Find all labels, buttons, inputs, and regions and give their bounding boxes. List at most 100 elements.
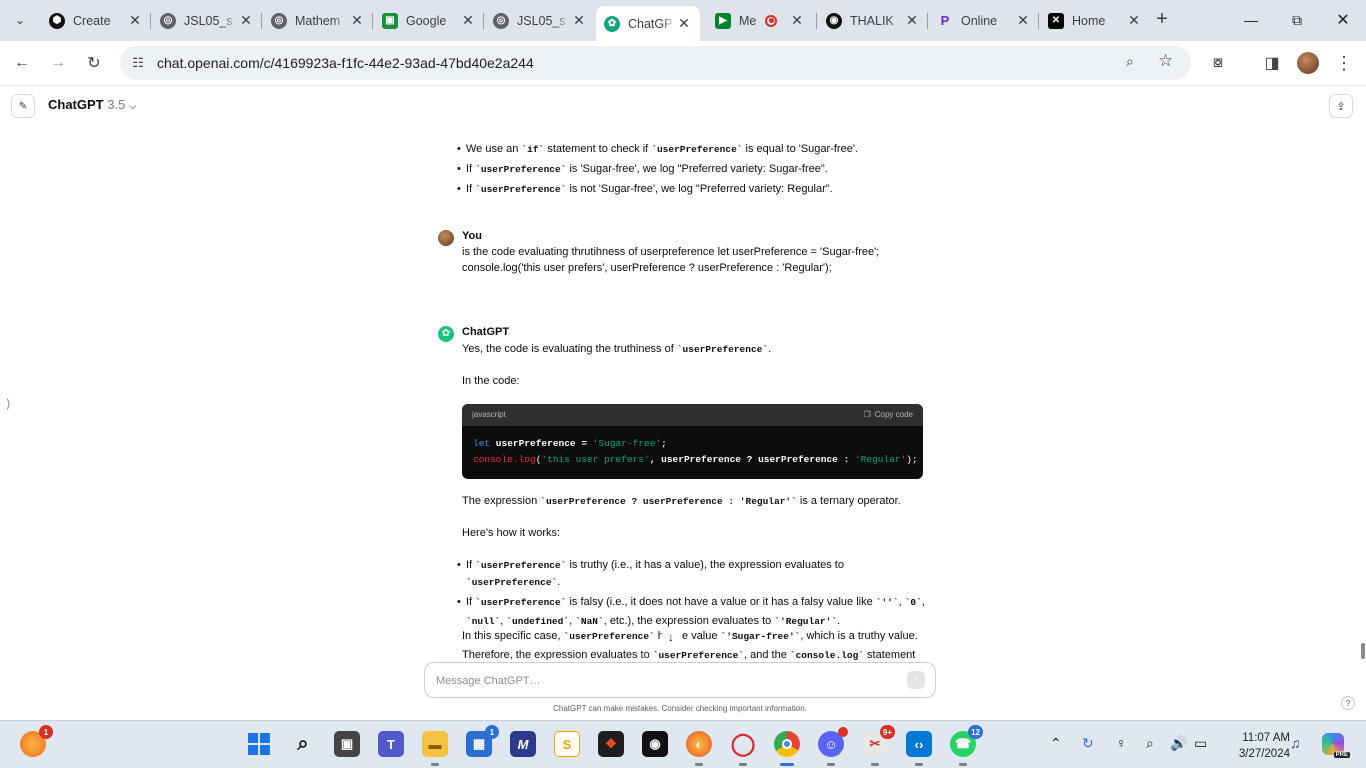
tab-label: Me <box>739 13 757 28</box>
windows-start-icon[interactable] <box>246 731 272 757</box>
search-icon[interactable]: ⌕ <box>290 731 316 757</box>
scrollbar-thumb[interactable] <box>1361 643 1365 659</box>
model-selector[interactable]: ChatGPT 3.5 ⌵ <box>48 97 136 112</box>
tab-github[interactable]: ◉ THALIK ✕ <box>818 7 928 34</box>
chrome-icon[interactable] <box>774 731 800 766</box>
disclaimer-text: ChatGPT can make mistakes. Consider chec… <box>553 704 807 713</box>
close-icon[interactable]: ✕ <box>1015 12 1031 29</box>
tab-jsl05-1[interactable]: ◎ JSL05_s ✕ <box>152 7 262 34</box>
kebab-menu-icon[interactable]: ⋮ <box>1330 49 1358 77</box>
tab-label: Home <box>1072 13 1106 28</box>
tab-x-home[interactable]: ✕ Home ✕ <box>1040 7 1150 34</box>
copy-code-button[interactable]: ❐ Copy code <box>864 407 913 423</box>
vscode-icon[interactable]: ‹› <box>906 731 932 766</box>
google-classroom-icon: ▣ <box>382 12 398 29</box>
figma-icon[interactable]: ❖ <box>598 731 624 757</box>
bookmark-star-icon[interactable]: ☆ <box>1158 51 1178 73</box>
browser-toolbar: ← → ↻ ☷ chat.openai.com/c/4169923a-f1fc-… <box>0 41 1366 86</box>
conversation: We use an `if` statement to check if `us… <box>420 125 940 660</box>
new-chat-icon[interactable]: ✎ <box>11 94 35 118</box>
model-name: ChatGPT <box>48 97 104 112</box>
tab-online[interactable]: P Online ✕ <box>929 7 1039 34</box>
zoom-icon[interactable]: ⌕ <box>1126 53 1146 73</box>
microsoft-store-icon[interactable]: ▦ 1 <box>466 725 499 757</box>
clipboard-icon: ❐ <box>863 410 871 419</box>
extensions-icon[interactable]: ⧇ <box>1204 49 1232 77</box>
microphone-icon[interactable]: ♀ <box>1116 735 1127 751</box>
battery-icon[interactable]: ▭ <box>1194 735 1207 752</box>
task-view-icon[interactable]: ▣ <box>334 731 360 757</box>
site-settings-icon[interactable]: ☷ <box>129 54 147 72</box>
copilot-icon[interactable]: PRE <box>1322 733 1350 758</box>
url-text[interactable]: chat.openai.com/c/4169923a-f1fc-44e2-93a… <box>157 55 534 71</box>
tab-label: Online <box>961 13 998 28</box>
clock-time: 11:07 AM <box>1242 732 1290 744</box>
how-it-works-paragraph: Here's how it works: <box>462 527 561 539</box>
snipping-tool-icon[interactable]: ✂ 9+ <box>862 725 895 766</box>
tab-divider <box>816 13 817 29</box>
close-icon[interactable]: ✕ <box>460 12 476 29</box>
notification-badge: 12 <box>968 725 983 739</box>
x-logo-icon: ✕ <box>1048 12 1064 29</box>
tab-search-chevron-icon[interactable]: ⌄ <box>8 8 32 32</box>
close-icon[interactable]: ✕ <box>904 12 920 29</box>
restore-icon[interactable]: ⧉ <box>1274 0 1320 40</box>
chevron-up-icon[interactable]: ⌃ <box>1050 735 1062 752</box>
weather-icon[interactable]: 1 <box>20 725 53 757</box>
tab-mathem[interactable]: ◎ Mathem ✕ <box>263 7 373 34</box>
scroll-down-arrow-icon[interactable]: ↓ <box>661 627 681 647</box>
notification-bell-icon[interactable]: ♫ <box>1290 735 1301 751</box>
firefox-icon[interactable]: ◐ <box>686 731 712 766</box>
close-icon[interactable]: ✕ <box>789 12 805 29</box>
file-explorer-icon[interactable]: ▬ <box>422 731 448 766</box>
tab-chatgpt[interactable]: ✿ ChatGP ✕ <box>596 6 700 41</box>
close-icon[interactable]: ✕ <box>571 12 587 29</box>
minimize-icon[interactable]: — <box>1228 0 1274 40</box>
github-desktop-icon[interactable]: ◉ <box>642 731 668 757</box>
address-bar[interactable]: ☷ chat.openai.com/c/4169923a-f1fc-44e2-9… <box>120 46 1191 80</box>
github-icon: ◉ <box>826 12 842 29</box>
message-composer: ↑ <box>424 662 936 698</box>
profile-avatar[interactable] <box>1297 52 1319 74</box>
close-icon[interactable]: ✕ <box>238 12 254 29</box>
sidebar-toggle-icon[interactable]: ⟩ <box>6 397 11 411</box>
tab-label: Google <box>406 13 447 28</box>
s-app-icon[interactable]: S <box>554 731 580 757</box>
tab-jsl05-2[interactable]: ◎ JSL05_s ✕ <box>485 7 595 34</box>
close-icon[interactable]: ✕ <box>676 15 692 32</box>
notification-badge: 1 <box>485 725 499 739</box>
model-version: 3.5 <box>107 97 126 112</box>
close-icon[interactable]: ✕ <box>127 12 143 29</box>
close-icon[interactable]: ✕ <box>1126 12 1142 29</box>
reload-icon[interactable]: ↻ <box>80 49 108 77</box>
discord-icon[interactable]: ☺ <box>818 727 848 766</box>
tab-divider <box>1038 13 1039 29</box>
tab-google-classroom[interactable]: ▣ Google ✕ <box>374 7 484 34</box>
user-author-label: You <box>462 230 482 242</box>
side-panel-icon[interactable]: ◨ <box>1258 49 1286 77</box>
vpn-app-icon[interactable]: M <box>510 731 536 757</box>
teams-icon[interactable]: T <box>378 731 404 757</box>
wifi-icon[interactable]: ⌕ <box>1146 735 1154 752</box>
close-window-icon[interactable]: ✕ <box>1320 0 1366 40</box>
tab-label: ChatGP <box>628 16 673 31</box>
code-content: let userPreference = 'Sugar-free'; conso… <box>473 438 918 465</box>
sync-icon[interactable]: ↻ <box>1082 735 1094 752</box>
whatsapp-icon[interactable]: ☎ 12 <box>950 725 983 766</box>
system-clock[interactable]: 11:07 AM 3/27/2024 <box>1222 730 1290 762</box>
message-input[interactable] <box>436 672 876 690</box>
tab-google-meet[interactable]: ▶ Me ✕ <box>707 7 817 34</box>
help-button[interactable]: ? <box>1341 696 1355 710</box>
new-tab-button[interactable]: + <box>1150 8 1174 32</box>
codepen-icon: ⬢ <box>49 12 65 29</box>
tab-create[interactable]: ⬢ Create ✕ <box>41 7 151 34</box>
send-arrow-icon[interactable]: ↑ <box>907 671 925 689</box>
close-icon[interactable]: ✕ <box>349 12 365 29</box>
forward-arrow-icon[interactable]: → <box>44 49 72 77</box>
share-icon[interactable]: ⇪ <box>1329 94 1353 118</box>
speaker-icon[interactable]: 🔊 <box>1170 735 1187 752</box>
back-arrow-icon[interactable]: ← <box>8 49 36 77</box>
code-language: javascript <box>472 410 506 419</box>
tab-label: JSL05_s <box>184 13 233 28</box>
opera-icon[interactable]: ◯ <box>730 731 756 766</box>
